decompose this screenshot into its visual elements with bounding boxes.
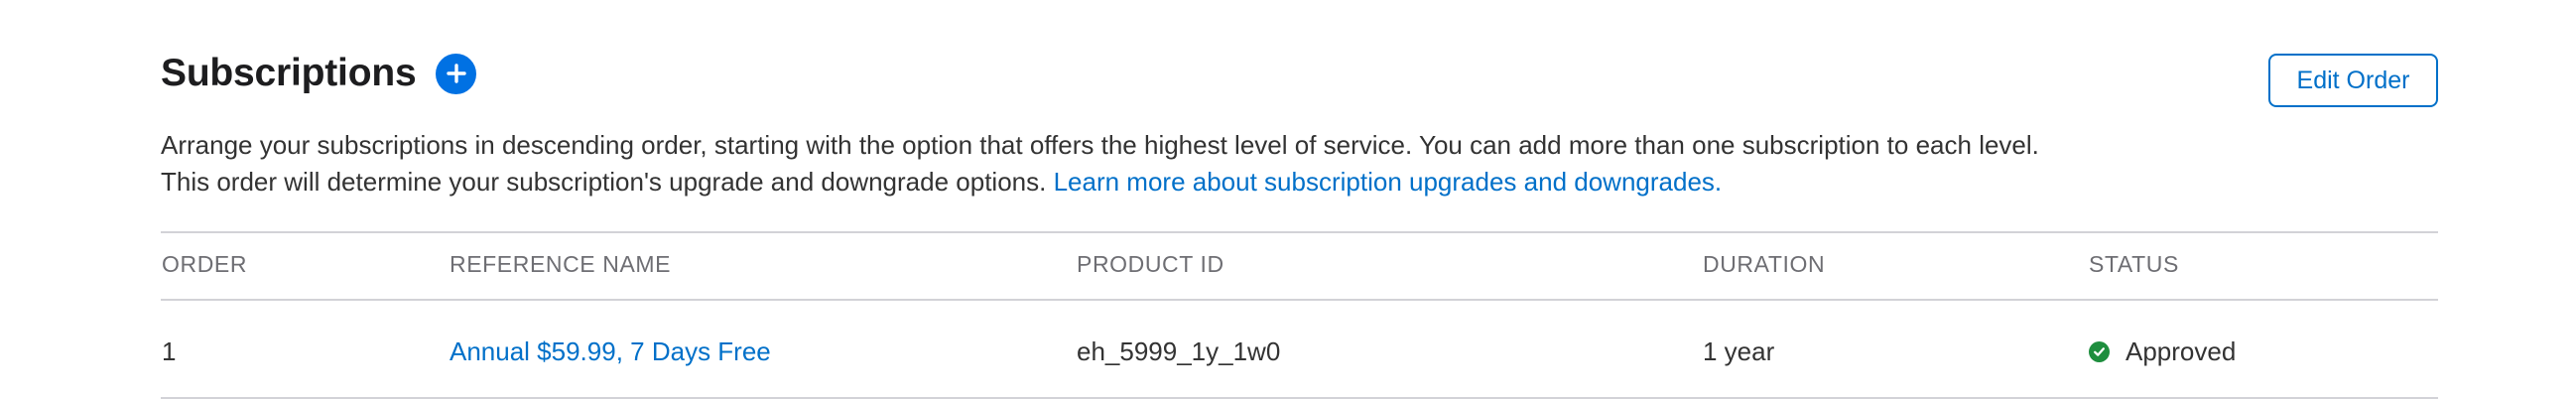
row-product-id: eh_5999_1y_1w0 [1077, 336, 1281, 366]
column-header-order[interactable]: ORDER [162, 251, 247, 278]
section-title: Subscriptions [161, 52, 417, 94]
description-line-2-text: This order will determine your subscript… [161, 167, 1047, 197]
column-header-status[interactable]: STATUS [2089, 251, 2179, 278]
column-header-product-id[interactable]: PRODUCT ID [1077, 251, 1224, 278]
row-reference-name-link[interactable]: Annual $59.99, 7 Days Free [450, 336, 771, 367]
column-header-duration[interactable]: DURATION [1703, 251, 1825, 278]
description-line-1: Arrange your subscriptions in descending… [161, 130, 2039, 160]
add-subscription-button[interactable] [436, 53, 477, 94]
learn-more-link[interactable]: Learn more about subscription upgrades a… [1054, 167, 1723, 197]
check-circle-icon [2089, 341, 2110, 362]
edit-order-button[interactable]: Edit Order [2268, 54, 2438, 107]
table-bottom-divider [161, 397, 2438, 399]
section-header: Subscriptions [161, 52, 477, 95]
row-status: Approved [2089, 336, 2236, 367]
subscriptions-section: Subscriptions Edit Order Arrange your su… [0, 0, 2576, 401]
section-description: Arrange your subscriptions in descending… [161, 127, 2443, 200]
status-label: Approved [2125, 336, 2237, 366]
table-header-divider [161, 299, 2438, 301]
table-top-divider [161, 231, 2438, 233]
row-duration: 1 year [1703, 336, 1775, 366]
plus-icon [447, 64, 466, 83]
description-line-2: This order will determine your subscript… [161, 164, 2443, 200]
column-header-reference-name[interactable]: REFERENCE NAME [450, 251, 671, 278]
row-order: 1 [162, 336, 177, 366]
